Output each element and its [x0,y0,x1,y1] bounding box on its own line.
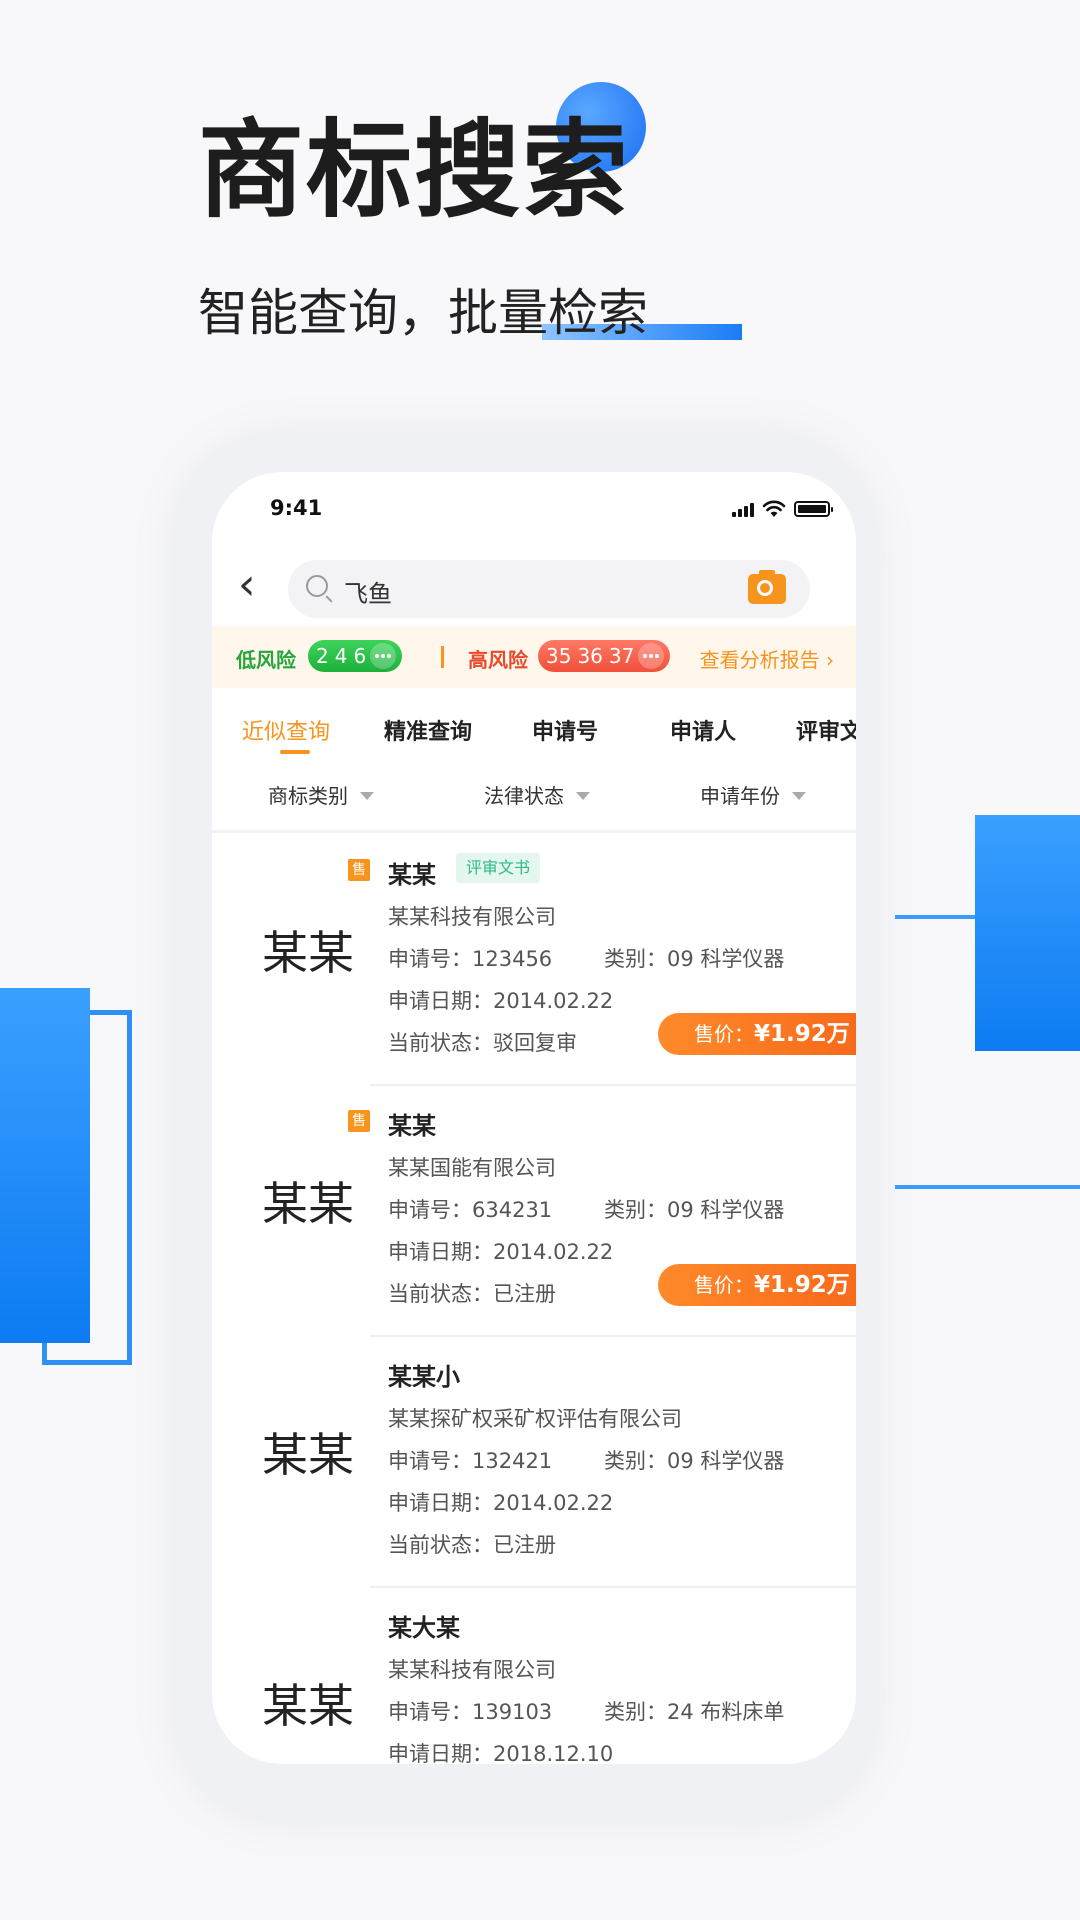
high-risk-label: 高风险 [468,648,528,672]
applicant-company: 某某科技有限公司 [388,905,556,929]
search-input[interactable]: 飞鱼 [288,560,810,618]
price-label: 售价： [694,1022,754,1046]
price-label: 售价： [694,1273,754,1297]
hero-subtitle: 智能查询，批量检索 [198,284,648,342]
applicant-company: 某某探矿权采矿权评估有限公司 [388,1407,682,1431]
trademark-name: 某大某 [388,1614,460,1642]
filter-category-label: 商标类别 [268,784,348,808]
status-icons [732,500,833,518]
hero-title: 商标搜索 [198,109,630,232]
search-row: ‹ 飞鱼 [212,552,856,622]
tab-review-documents[interactable]: 评审文 [796,714,856,746]
trademark-logo: 某某 [262,926,354,980]
back-arrow-icon[interactable]: ‹ [238,562,278,608]
wifi-icon [762,500,786,517]
active-tab-indicator [280,750,310,754]
price-value: ¥1.92万 [754,1272,850,1298]
low-risk-label: 低风险 [236,648,296,672]
more-dots-icon [638,643,665,669]
risk-divider [441,646,444,668]
high-risk-badges[interactable]: 35 36 37 [538,640,671,672]
status-time: 9:41 [270,496,323,520]
right-line-decoration [895,915,980,919]
risk-summary-bar: 低风险 2 4 6 高风险 35 36 37 查看分析报告 › [212,626,856,688]
tab-application-number[interactable]: 申请号 [532,714,598,746]
battery-icon [794,501,833,517]
low-risk-badges[interactable]: 2 4 6 [308,640,403,672]
filter-legal-status[interactable]: 法律状态 [484,780,590,809]
trademark-result-item[interactable]: 某某 某某小 某某探矿权采矿权评估有限公司 申请号：132421 类别：09 科… [212,1335,856,1586]
low-risk-count: 4 [334,644,348,668]
price-value: ¥1.92万 [754,1021,850,1047]
search-query: 飞鱼 [344,580,392,608]
current-status: 当前状态：已注册 [388,1533,556,1557]
application-date: 申请日期：2014.02.22 [388,1240,614,1264]
application-number: 申请号：139103 [388,1700,553,1724]
search-tabs: 近似查询 精准查询 申请号 申请人 评审文 [212,688,856,762]
current-status: 当前状态：驳回复审 [388,1031,577,1055]
high-risk-count: 36 [577,644,603,668]
phone-screen: 9:41 ‹ 飞鱼 低风险 2 4 6 高风险 35 36 37 查看分析报告 … [212,472,856,1764]
application-number: 申请号：123456 [388,947,553,971]
more-dots-icon [370,643,397,669]
high-risk-count: 35 [546,644,572,668]
application-date: 申请日期：2018.12.10 [388,1742,614,1764]
applicant-company: 某某国能有限公司 [388,1156,556,1180]
review-doc-badge[interactable]: 评审文书 [456,853,541,883]
trademark-category: 类别：09 科学仪器 [604,947,785,971]
filter-category[interactable]: 商标类别 [268,780,374,809]
application-date: 申请日期：2014.02.22 [388,989,614,1013]
trademark-category: 类别：09 科学仪器 [604,1449,785,1473]
filter-year[interactable]: 申请年份 [700,780,806,809]
view-report-link[interactable]: 查看分析报告 › [700,644,834,673]
trademark-result-item[interactable]: 某某 售 某某 某某国能有限公司 申请号：634231 类别：09 科学仪器 申… [212,1084,856,1335]
filter-legal-status-label: 法律状态 [484,784,564,808]
right-block-decoration [975,815,1080,1051]
low-risk-count: 2 [316,644,329,668]
trademark-category: 类别：24 布料床单 [604,1700,785,1724]
signal-icon [732,501,754,517]
application-date: 申请日期：2014.02.22 [388,1491,614,1515]
right-line-decoration [895,1185,1080,1189]
tab-similar-search[interactable]: 近似查询 [242,714,330,746]
filter-year-label: 申请年份 [700,784,780,808]
applicant-company: 某某科技有限公司 [388,1658,556,1682]
caret-down-icon [360,791,374,800]
low-risk-count: 6 [353,644,367,668]
filter-bar: 商标类别 法律状态 申请年份 [212,762,856,833]
trademark-logo: 某某 [262,1679,354,1733]
application-number: 申请号：132421 [388,1449,553,1473]
trademark-name: 某某 [388,1112,436,1140]
left-block-decoration [0,988,90,1343]
status-bar: 9:41 [212,472,856,552]
high-risk-count: 37 [608,644,635,668]
price-tag[interactable]: 售价：¥1.92万 [658,1013,856,1055]
trademark-name: 某某小 [388,1363,460,1391]
camera-icon[interactable] [748,570,786,604]
trademark-result-item[interactable]: 某某 某大某 某某科技有限公司 申请号：139103 类别：24 布料床单 申请… [212,1586,856,1764]
current-status: 当前状态：已注册 [388,1282,556,1306]
tab-applicant[interactable]: 申请人 [670,714,736,746]
caret-down-icon [792,791,806,800]
trademark-result-item[interactable]: 某某 售 某某 评审文书 某某科技有限公司 申请号：123456 类别：09 科… [212,833,856,1084]
application-number: 申请号：634231 [388,1198,553,1222]
search-icon [306,575,328,597]
trademark-name: 某某 [388,861,436,889]
trademark-logo: 某某 [262,1428,354,1482]
for-sale-badge: 售 [348,859,370,881]
for-sale-badge: 售 [348,1110,370,1132]
trademark-category: 类别：09 科学仪器 [604,1198,785,1222]
tab-exact-search[interactable]: 精准查询 [384,714,472,746]
caret-down-icon [576,791,590,800]
price-tag[interactable]: 售价：¥1.92万 [658,1264,856,1306]
trademark-logo: 某某 [262,1177,354,1231]
